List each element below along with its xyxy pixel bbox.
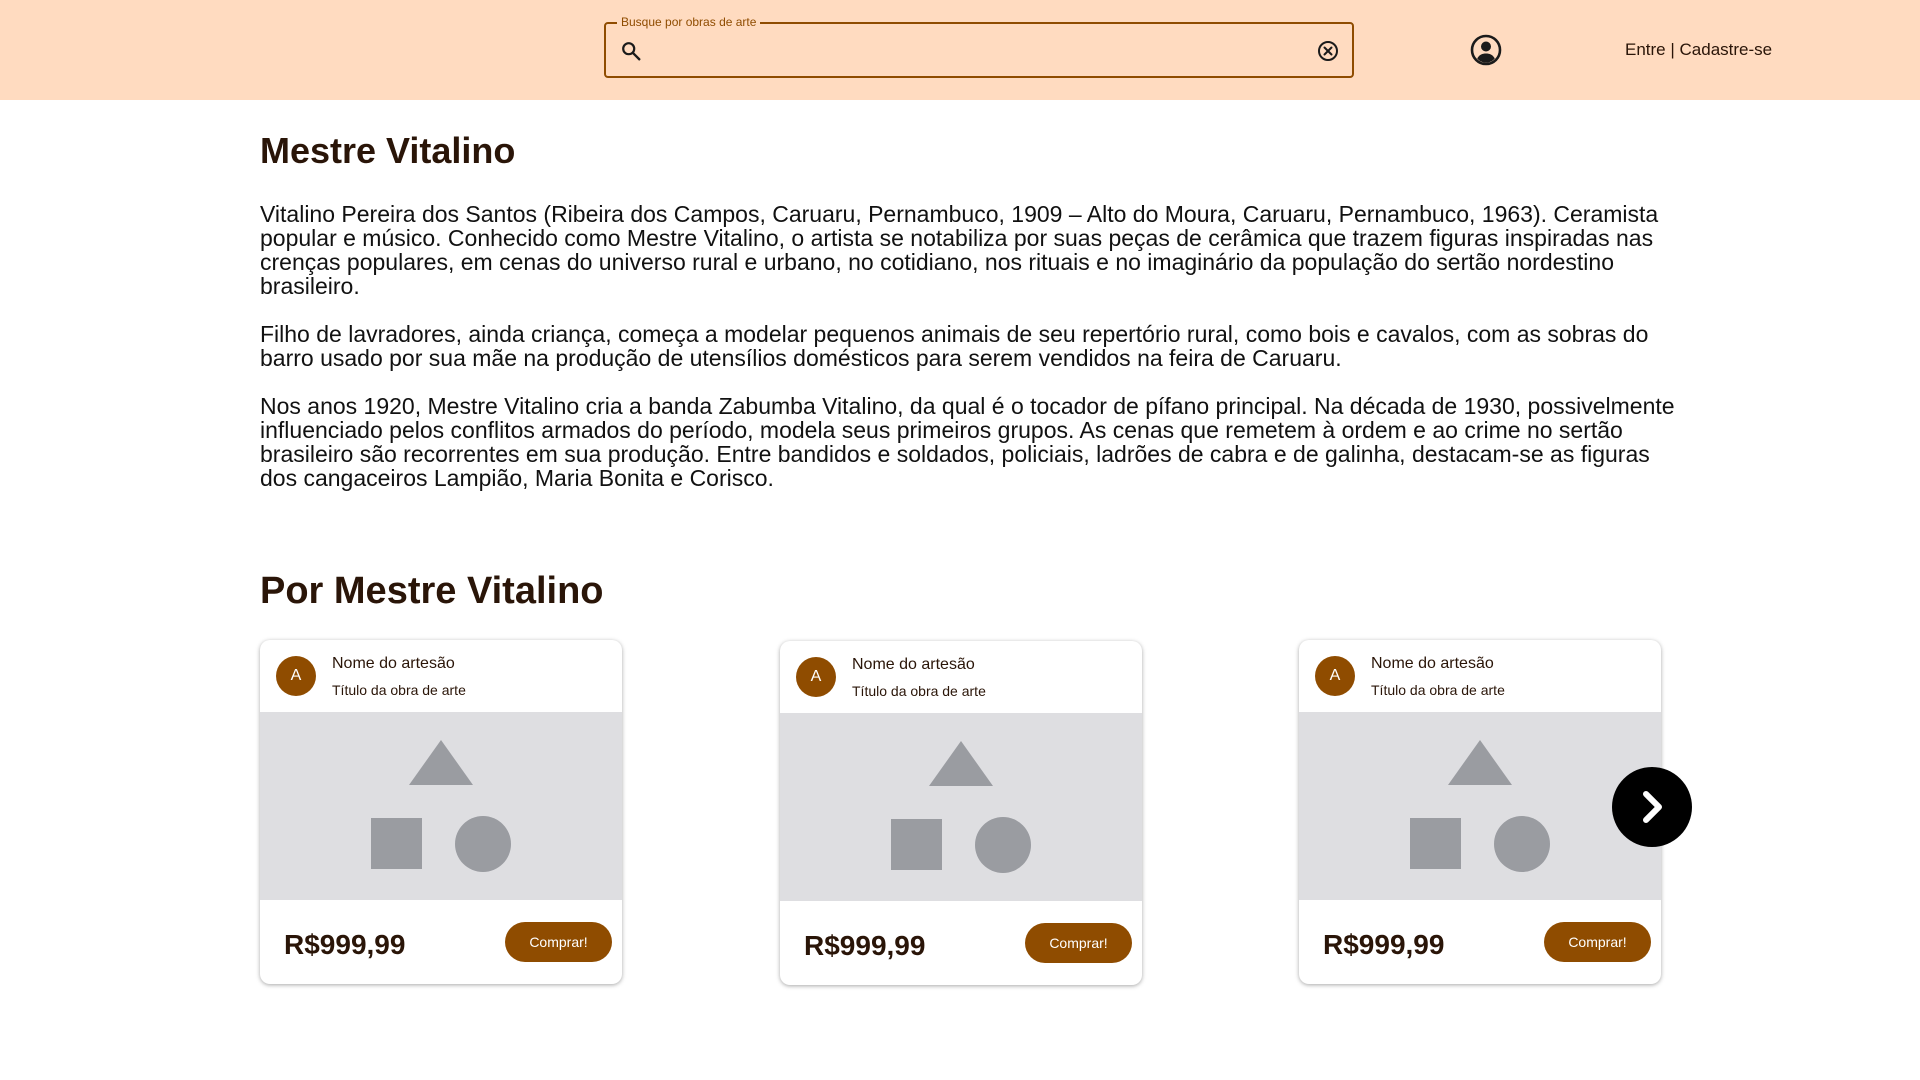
card-image bbox=[1299, 712, 1661, 900]
shapes-placeholder-icon bbox=[1410, 740, 1550, 872]
auth-links: Entre | Cadastre-se bbox=[1625, 39, 1772, 61]
search-label: Busque por obras de arte bbox=[617, 15, 761, 29]
avatar: A bbox=[276, 656, 316, 696]
search-input[interactable] bbox=[656, 32, 1276, 68]
signup-link[interactable]: Cadastre-se bbox=[1680, 40, 1773, 59]
card-image bbox=[260, 712, 622, 900]
card-header: A Nome do artesão Título da obra de arte bbox=[780, 641, 1142, 713]
shapes-placeholder-icon bbox=[371, 740, 511, 872]
buy-button[interactable]: Comprar! bbox=[1544, 922, 1651, 962]
search-box[interactable]: Busque por obras de arte bbox=[604, 15, 1354, 78]
card-artisan-name: Nome do artesão bbox=[852, 656, 975, 673]
card-artisan-name: Nome do artesão bbox=[332, 655, 455, 672]
shapes-placeholder-icon bbox=[891, 741, 1031, 873]
buy-button[interactable]: Comprar! bbox=[505, 922, 612, 962]
card-artisan-name: Nome do artesão bbox=[1371, 655, 1494, 672]
card-price: R$999,99 bbox=[284, 929, 406, 960]
bio-paragraph: Filho de lavradores, ainda criança, come… bbox=[260, 321, 1649, 371]
carousel-next-button[interactable] bbox=[1612, 767, 1692, 847]
account-circle-icon[interactable] bbox=[1470, 34, 1502, 66]
card-price: R$999,99 bbox=[804, 930, 926, 961]
top-header: Busque por obras de arte Entre | Cadastr… bbox=[0, 0, 1920, 100]
card-artwork-title: Título da obra de arte bbox=[1371, 682, 1505, 698]
chevron-right-icon bbox=[1643, 791, 1662, 823]
works-section-title: Por Mestre Vitalino bbox=[260, 570, 604, 612]
artwork-card[interactable]: A Nome do artesão Título da obra de arte… bbox=[260, 640, 622, 984]
artwork-card[interactable]: A Nome do artesão Título da obra de arte… bbox=[780, 641, 1142, 985]
card-header: A Nome do artesão Título da obra de arte bbox=[260, 640, 622, 712]
artist-bio: Vitalino Pereira dos Santos (Ribeira dos… bbox=[260, 202, 1680, 514]
clear-icon[interactable] bbox=[1316, 39, 1340, 63]
auth-separator: | bbox=[1670, 40, 1675, 59]
avatar: A bbox=[1315, 656, 1355, 696]
artist-name: Mestre Vitalino bbox=[260, 130, 516, 171]
card-price: R$999,99 bbox=[1323, 929, 1445, 960]
bio-paragraph: Nos anos 1920, Mestre Vitalino cria a ba… bbox=[260, 393, 1675, 491]
bio-paragraph: Vitalino Pereira dos Santos (Ribeira dos… bbox=[260, 201, 1659, 299]
card-image bbox=[780, 713, 1142, 901]
avatar: A bbox=[796, 657, 836, 697]
card-artwork-title: Título da obra de arte bbox=[332, 682, 466, 698]
login-link[interactable]: Entre bbox=[1625, 40, 1666, 59]
search-icon bbox=[622, 42, 641, 61]
buy-button[interactable]: Comprar! bbox=[1025, 923, 1132, 963]
card-artwork-title: Título da obra de arte bbox=[852, 683, 986, 699]
card-header: A Nome do artesão Título da obra de arte bbox=[1299, 640, 1661, 712]
artwork-card[interactable]: A Nome do artesão Título da obra de arte… bbox=[1299, 640, 1661, 984]
